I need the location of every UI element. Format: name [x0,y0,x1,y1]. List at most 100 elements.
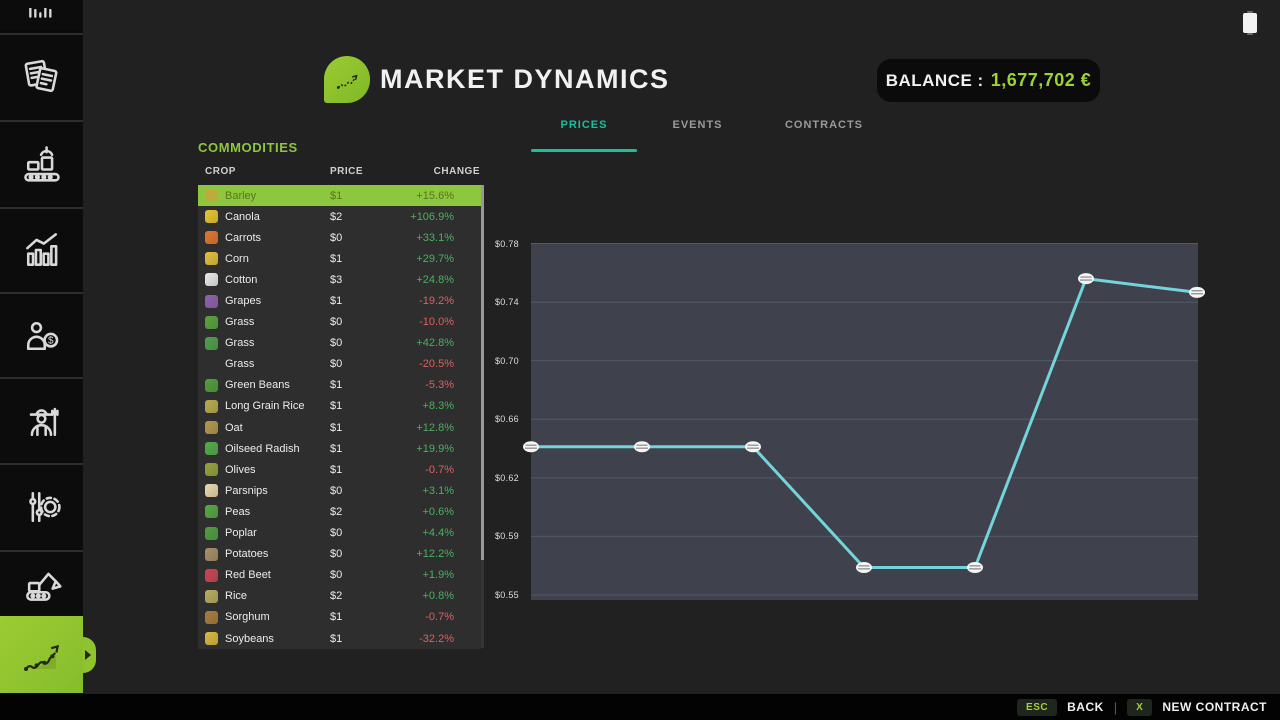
commodities-column-headers: CROP PRICE CHANGE [198,166,481,180]
sidebar-item-farmer[interactable] [0,377,83,462]
crop-price: $0 [330,316,342,328]
commodity-row-oilseed-radish[interactable]: Oilseed Radish$1+19.9% [198,438,481,459]
y-axis-tick-label: $0.59 [470,531,519,541]
new-contract-hint[interactable]: X NEW CONTRACT [1127,699,1267,716]
data-point-marker-icon [1189,287,1205,298]
sidebar-item-sales[interactable]: $ [0,292,83,376]
commodity-row-cotton[interactable]: Cotton $3 +24.8% [198,269,481,290]
crop-name: Canola [225,211,260,223]
commodity-row-carrots[interactable]: Carrots$0+33.1% [198,227,481,248]
crop-name: Corn [225,253,249,265]
commodity-row-canola[interactable]: Canola$2+106.9% [198,206,481,227]
sidebar-item-production[interactable] [0,120,83,206]
back-hint[interactable]: ESC BACK [1017,699,1104,716]
sidebar-item-settings[interactable] [0,463,83,549]
crop-change: +42.8% [416,337,454,349]
crop-price: $1 [330,611,342,623]
crop-name: Parsnips [225,485,268,497]
crop-name: Potatoes [225,548,268,560]
commodity-row-grass[interactable]: Grass$0+42.8% [198,333,481,354]
peas-icon [205,505,218,518]
commodity-row-long-grain-rice[interactable]: Long Grain Rice$1+8.3% [198,396,481,417]
commodity-row-potatoes[interactable]: Potatoes$0+12.2% [198,544,481,565]
crop-price: $1 [330,400,342,412]
sidebar-item-top-cut[interactable] [0,0,83,30]
sorghum-icon [205,611,218,624]
commodity-row-grass[interactable]: Grass$0-20.5% [198,354,481,375]
oilseed-radish-icon [205,442,218,455]
red-beet-icon [205,569,218,582]
commodity-row-grapes[interactable]: Grapes$1-19.2% [198,290,481,311]
tab-events[interactable]: EVENTS [650,119,745,135]
sidebar-item-excavator[interactable] [0,550,83,615]
crop-price: $0 [330,527,342,539]
commodity-row-oat[interactable]: Oat$1+12.8% [198,417,481,438]
crop-change: +24.8% [416,274,454,286]
grass-icon [205,316,218,329]
green-beans-icon [205,379,218,392]
crop-name: Cotton [225,274,257,286]
commodity-row-parsnips[interactable]: Parsnips$0+3.1% [198,480,481,501]
crop-change: +12.2% [416,548,454,560]
crop-name: Barley [225,190,256,202]
crop-change: -19.2% [419,295,454,307]
excavator-icon [20,562,64,606]
crop-change: -0.7% [425,464,454,476]
crop-price: $1 [330,253,342,265]
sidebar-item-documents[interactable] [0,33,83,119]
commodity-row-green-beans[interactable]: Green Beans$1-5.3% [198,375,481,396]
cotton-icon [205,273,218,286]
sidebar-active-arrow-icon [85,650,91,660]
crop-price: $1 [330,443,342,455]
crop-price: $1 [330,633,342,645]
commodity-row-olives[interactable]: Olives$1-0.7% [198,459,481,480]
oat-icon [205,421,218,434]
price-chart [531,243,1198,600]
production-icon [20,142,64,186]
crop-price: $1 [330,295,342,307]
crop-price: $0 [330,569,342,581]
y-axis-tick-label: $0.66 [470,414,519,424]
commodity-row-red-beet[interactable]: Red Beet$0+1.9% [198,565,481,586]
crop-change: +1.9% [423,569,455,581]
data-point-marker-icon [856,562,872,573]
y-axis-tick-label: $0.55 [470,590,519,600]
commodity-row-corn[interactable]: Corn$1+29.7% [198,248,481,269]
commodity-row-sorghum[interactable]: Sorghum$1-0.7% [198,607,481,628]
crop-change: -0.7% [425,611,454,623]
commodity-list: Barley$1+15.6%Canola$2+106.9%Carrots$0+3… [198,185,481,649]
commodity-row-rice[interactable]: Rice$2+0.8% [198,586,481,607]
page-title: MARKET DYNAMICS [380,64,670,95]
crop-name: Carrots [225,232,261,244]
crop-price: $3 [330,274,342,286]
canola-icon [205,210,218,223]
balance-value: 1,677,702 € [991,70,1092,91]
tab-contracts[interactable]: CONTRACTS [770,119,878,135]
commodity-row-peas[interactable]: Peas$2+0.6% [198,501,481,522]
crop-name: Long Grain Rice [225,400,305,412]
documents-icon [20,55,64,99]
battery-icon [1243,13,1257,33]
crop-change: +12.8% [416,422,454,434]
footer-hint-bar: ESC BACK | X NEW CONTRACT [0,694,1280,720]
commodity-row-soybeans[interactable]: Soybeans$1-32.2% [198,628,481,649]
crop-change: -10.0% [419,316,454,328]
column-header-change: CHANGE [434,166,480,177]
tab-prices[interactable]: PRICES [531,119,637,135]
carrot-icon [205,231,218,244]
commodity-row-grass[interactable]: Grass$0-10.0% [198,312,481,333]
barley-icon [205,189,218,202]
crop-change: +0.8% [423,590,455,602]
crop-price: $2 [330,506,342,518]
data-point-marker-icon [1078,273,1094,284]
sidebar-item-market-dynamics-active[interactable] [0,616,83,693]
crop-name: Rice [225,590,247,602]
commodity-row-poplar[interactable]: Poplar$0+4.4% [198,523,481,544]
sidebar-item-statistics[interactable] [0,207,83,291]
sales-icon: $ [20,313,64,357]
crop-change: +15.6% [416,190,454,202]
statistics-icon [20,228,64,272]
crop-name: Oat [225,422,243,434]
commodity-row-barley[interactable]: Barley$1+15.6% [198,185,481,206]
sidebar: $ [0,0,83,720]
